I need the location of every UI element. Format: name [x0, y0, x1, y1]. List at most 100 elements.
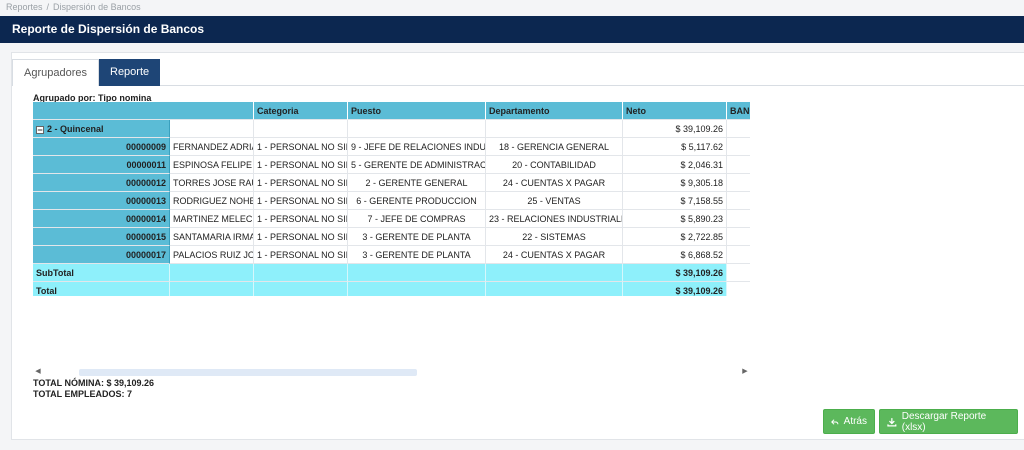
employee-departamento: 24 - CUENTAS X PAGAR	[486, 174, 623, 192]
employee-departamento: 23 - RELACIONES INDUSTRIALES	[486, 210, 623, 228]
group-empty-departamento	[486, 120, 623, 138]
subtotal-empty-banco	[727, 264, 750, 282]
horizontal-scrollbar[interactable]: ◀ ▶	[33, 367, 750, 377]
employee-categoria: 1 - PERSONAL NO SINDICALIZADO	[254, 138, 348, 156]
download-icon	[887, 417, 897, 427]
group-neto: $ 39,109.26	[623, 120, 727, 138]
employee-name: PALACIOS RUIZ JOSE	[170, 246, 254, 264]
collapse-icon[interactable]: −	[36, 125, 44, 134]
subtotal-row: SubTotal $ 39,109.26	[33, 264, 750, 282]
table-row[interactable]: 00000012 TORRES JOSE RAUL 1 - PERSONAL NO …	[33, 174, 750, 192]
group-label-cell: −2 - Quincenal	[33, 120, 170, 138]
employee-categoria: 1 - PERSONAL NO SINDICALIZADO	[254, 210, 348, 228]
scroll-right-icon[interactable]: ▶	[740, 367, 750, 377]
employee-categoria: 1 - PERSONAL NO SINDICALIZADO	[254, 156, 348, 174]
employee-name: RODRIGUEZ NOHEMI	[170, 192, 254, 210]
report-card: Agrupadores Reporte Agrupado por: Tipo n…	[11, 52, 1024, 440]
employee-neto: $ 6,868.52	[623, 246, 727, 264]
employee-banco	[727, 174, 750, 192]
table-row[interactable]: 00000013RODRIGUEZ NOHEMI1 - PERSONAL NO …	[33, 192, 750, 210]
employee-puesto: 5 - GERENTE DE ADMINISTRACION	[348, 156, 486, 174]
employee-id: 00000017	[33, 246, 170, 264]
grid-header-row: CategoriaPuestoDepartamentoNetoBANCO	[33, 102, 750, 120]
scroll-thumb[interactable]	[79, 369, 417, 376]
group-empty-categoria	[254, 120, 348, 138]
table-row[interactable]: 00000015SANTAMARIA IRMA VERONICA1 - PERS…	[33, 228, 750, 246]
tab-reporte[interactable]: Reporte	[99, 59, 161, 86]
subtotal-empty-categoria	[254, 264, 348, 282]
column-header-categoria: Categoria	[254, 102, 348, 120]
report-summary: TOTAL NÓMINA: $ 39,109.26 TOTAL EMPLEADO…	[33, 378, 154, 400]
employee-puesto: 3 - GERENTE DE PLANTA	[348, 246, 486, 264]
employee-departamento: 20 - CONTABILIDAD	[486, 156, 623, 174]
column-header-departamento: Departamento	[486, 102, 623, 120]
breadcrumb-current: Dispersión de Bancos	[53, 2, 141, 12]
total-empty-name	[170, 282, 254, 296]
employee-id: 00000009	[33, 138, 170, 156]
subtotal-neto: $ 39,109.26	[623, 264, 727, 282]
employee-neto: $ 7,158.55	[623, 192, 727, 210]
group-empty-banco	[727, 120, 750, 138]
employee-name: ESPINOSA FELIPE	[170, 156, 254, 174]
employee-departamento: 25 - VENTAS	[486, 192, 623, 210]
group-label: 2 - Quincenal	[47, 124, 104, 134]
employee-puesto: 3 - GERENTE DE PLANTA	[348, 228, 486, 246]
employee-neto: $ 2,046.31	[623, 156, 727, 174]
table-row[interactable]: 00000017PALACIOS RUIZ JOSE1 - PERSONAL N…	[33, 246, 750, 264]
employee-banco	[727, 246, 750, 264]
reply-arrow-icon	[831, 418, 839, 425]
employee-banco	[727, 192, 750, 210]
employee-id: 00000014	[33, 210, 170, 228]
column-header-puesto: Puesto	[348, 102, 486, 120]
employee-categoria: 1 - PERSONAL NO SINDICALIZADO	[254, 246, 348, 264]
subtotal-empty-name	[170, 264, 254, 282]
employee-puesto: 9 - JEFE DE RELACIONES INDUSTRIALES	[348, 138, 486, 156]
total-empleados: TOTAL EMPLEADOS: 7	[33, 389, 154, 400]
employee-neto: $ 2,722.85	[623, 228, 727, 246]
employee-banco	[727, 228, 750, 246]
employee-departamento: 22 - SISTEMAS	[486, 228, 623, 246]
total-empty-puesto	[348, 282, 486, 296]
employee-banco	[727, 210, 750, 228]
total-row: Total $ 39,109.26	[33, 282, 750, 296]
total-nomina-value: $ 39,109.26	[106, 378, 155, 388]
page-header: Reporte de Dispersión de Bancos	[0, 16, 1024, 43]
total-empleados-value: 7	[127, 389, 133, 399]
download-report-button[interactable]: Descargar Reporte (xlsx)	[879, 409, 1018, 434]
total-empleados-label: TOTAL EMPLEADOS:	[33, 389, 125, 399]
table-row[interactable]: 00000009FERNANDEZ ADRIANA1 - PERSONAL NO…	[33, 138, 750, 156]
column-header-neto: Neto	[623, 102, 727, 120]
subtotal-empty-departamento	[486, 264, 623, 282]
back-button[interactable]: Atrás	[823, 409, 875, 434]
employee-neto: $ 5,117.62	[623, 138, 727, 156]
group-row-quincenal[interactable]: −2 - Quincenal $ 39,109.26	[33, 120, 750, 138]
employee-puesto: 2 - GERENTE GENERAL	[348, 174, 486, 192]
total-empty-departamento	[486, 282, 623, 296]
back-button-label: Atrás	[843, 416, 867, 427]
total-label: Total	[33, 282, 170, 296]
breadcrumb-reportes[interactable]: Reportes	[6, 2, 43, 12]
employee-categoria: 1 - PERSONAL NO SINDICALIZADO	[254, 192, 348, 210]
total-nomina: TOTAL NÓMINA: $ 39,109.26	[33, 378, 154, 389]
employee-puesto: 7 - JEFE DE COMPRAS	[348, 210, 486, 228]
employee-puesto: 6 - GERENTE PRODUCCION	[348, 192, 486, 210]
breadcrumb-separator: /	[46, 2, 50, 12]
table-row[interactable]: 00000011 ESPINOSA FELIPE 1 - PERSONAL NO S…	[33, 156, 750, 174]
total-nomina-label: TOTAL NÓMINA:	[33, 378, 104, 388]
employee-neto: $ 5,890.23	[623, 210, 727, 228]
scroll-left-icon[interactable]: ◀	[33, 367, 43, 377]
total-neto: $ 39,109.26	[623, 282, 727, 296]
group-empty-puesto	[348, 120, 486, 138]
employee-name: TORRES JOSE RAUL	[170, 174, 254, 192]
employee-categoria: 1 - PERSONAL NO SINDICALIZADO	[254, 228, 348, 246]
tab-agrupadores[interactable]: Agrupadores	[12, 59, 99, 86]
employee-departamento: 24 - CUENTAS X PAGAR	[486, 246, 623, 264]
employee-banco	[727, 138, 750, 156]
employee-id: 00000011	[33, 156, 170, 174]
total-empty-categoria	[254, 282, 348, 296]
breadcrumb: Reportes / Dispersión de Bancos	[6, 0, 141, 14]
total-empty-banco	[727, 282, 750, 296]
table-row[interactable]: 00000014 MARTINEZ MELECIO 1 - PERSONAL NO …	[33, 210, 750, 228]
employee-name: SANTAMARIA IRMA VERONICA	[170, 228, 254, 246]
employee-name: MARTINEZ MELECIO	[170, 210, 254, 228]
